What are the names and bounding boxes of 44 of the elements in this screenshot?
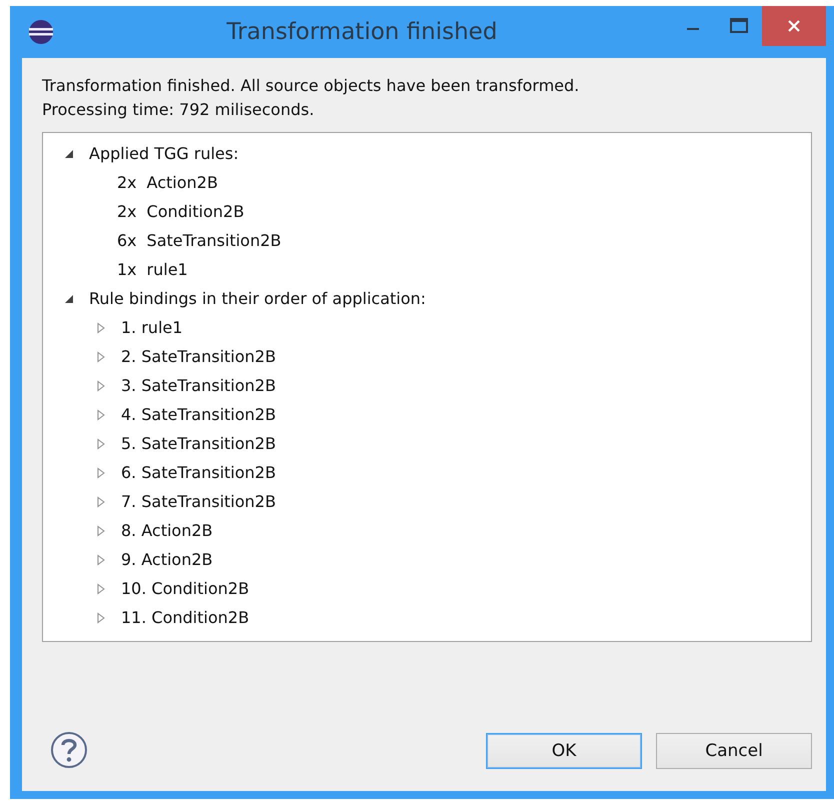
collapsed-arrow-icon[interactable] (95, 582, 107, 594)
collapsed-arrow-icon[interactable] (95, 554, 107, 566)
collapsed-arrow-icon[interactable] (95, 438, 107, 450)
binding-item[interactable]: 5. SateTransition2B (121, 434, 276, 453)
rule-name[interactable]: Action2B (146, 173, 218, 192)
help-icon[interactable] (50, 731, 88, 769)
expanded-arrow-icon[interactable] (63, 148, 75, 160)
rule-name[interactable]: rule1 (146, 260, 188, 279)
maximize-icon[interactable] (730, 18, 748, 34)
rule-count: 2x (117, 202, 137, 221)
globe-icon (28, 19, 54, 45)
collapsed-arrow-icon[interactable] (95, 350, 107, 362)
rule-count: 1x (117, 260, 137, 279)
binding-item[interactable]: 3. SateTransition2B (121, 376, 276, 395)
collapsed-arrow-icon[interactable] (95, 322, 107, 334)
binding-item[interactable]: 4. SateTransition2B (121, 405, 276, 424)
collapsed-arrow-icon[interactable] (95, 612, 107, 624)
binding-item[interactable]: 2. SateTransition2B (121, 347, 276, 366)
rule-name[interactable]: SateTransition2B (146, 231, 282, 250)
binding-item[interactable]: 9. Action2B (121, 550, 213, 569)
binding-item[interactable]: 6. SateTransition2B (121, 463, 276, 482)
close-button[interactable] (762, 6, 826, 46)
window-title: Transformation finished (226, 19, 498, 45)
binding-item[interactable]: 7. SateTransition2B (121, 492, 276, 511)
binding-item[interactable]: 10. Condition2B (121, 579, 250, 598)
message-text: Processing time: 792 miliseconds. (42, 99, 316, 121)
collapsed-arrow-icon[interactable] (95, 380, 107, 392)
binding-item[interactable]: 11. Condition2B (121, 608, 250, 627)
ok-button[interactable]: OK (486, 733, 642, 769)
tree-group-label[interactable]: Applied TGG rules: (89, 144, 239, 163)
collapsed-arrow-icon[interactable] (95, 496, 107, 508)
binding-item[interactable]: 1. rule1 (121, 318, 183, 337)
collapsed-arrow-icon[interactable] (95, 408, 107, 420)
expanded-arrow-icon[interactable] (63, 292, 75, 304)
close-icon (787, 19, 801, 33)
collapsed-arrow-icon[interactable] (95, 466, 107, 478)
tree-group-label[interactable]: Rule bindings in their order of application: (89, 289, 426, 308)
message-text: Transformation finished. All source objects have been transformed. (42, 75, 580, 97)
cancel-button[interactable]: Cancel (656, 733, 812, 769)
rule-count: 6x (117, 231, 137, 250)
binding-item[interactable]: 8. Action2B (121, 521, 213, 540)
rule-count: 2x (117, 173, 137, 192)
rule-name[interactable]: Condition2B (146, 202, 244, 221)
collapsed-arrow-icon[interactable] (95, 524, 107, 536)
